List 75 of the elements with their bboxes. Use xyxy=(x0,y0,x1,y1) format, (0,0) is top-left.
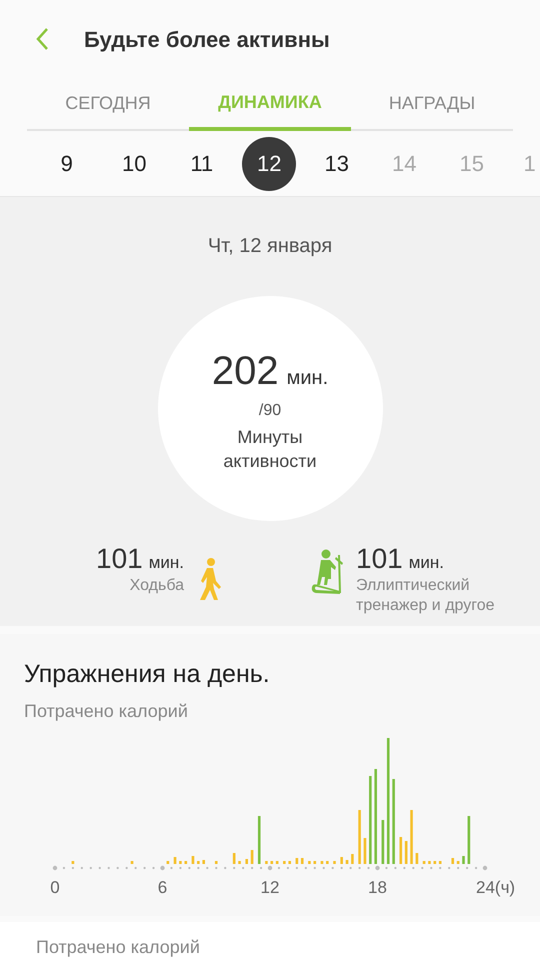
axis-label: 6 xyxy=(158,876,168,898)
activity-minutes: 101 xyxy=(356,543,403,575)
chart-bar xyxy=(179,860,182,864)
date-item[interactable]: 12 xyxy=(242,136,296,190)
chart-bar xyxy=(320,860,324,864)
chart-bar xyxy=(166,860,170,864)
chart-bar xyxy=(340,856,343,864)
chart-bar xyxy=(232,852,236,864)
chart-bar xyxy=(130,860,134,864)
axis-label: 24(ч) xyxy=(476,876,516,898)
chart-bar xyxy=(416,852,418,864)
axis-label: 12 xyxy=(260,876,280,898)
date-item[interactable]: 10 xyxy=(122,147,146,180)
goal-text: /90 xyxy=(258,400,282,420)
date-item[interactable]: 13 xyxy=(324,147,349,180)
section-title: Упражнения на день. xyxy=(24,659,271,690)
screen-title: Будьте более активны xyxy=(84,26,330,54)
chart-bar xyxy=(434,860,436,864)
calories-label: Потрачено калорий xyxy=(36,936,201,959)
chart-bar xyxy=(326,860,329,864)
chart-bar xyxy=(184,860,188,864)
total-minutes: 202 xyxy=(212,350,279,390)
chart-bar xyxy=(283,860,286,864)
chart-bar xyxy=(451,858,454,864)
chart-bar xyxy=(214,860,218,864)
axis-label: 0 xyxy=(50,876,60,898)
activity-label: Ходьба xyxy=(130,576,184,596)
date-item[interactable]: 9 xyxy=(60,147,73,180)
chart-bar xyxy=(410,810,413,864)
chart-bar xyxy=(192,856,194,864)
activity-minutes: 101 xyxy=(96,543,143,575)
section-subtitle: Потрачено калорий xyxy=(24,700,189,723)
chart-bar xyxy=(245,858,248,864)
chart-bar xyxy=(276,860,278,864)
chart-bar xyxy=(400,836,402,864)
chart-bar xyxy=(300,858,304,864)
activity-unit: мин. xyxy=(408,552,444,574)
chart-bar xyxy=(258,816,261,864)
chart-bar xyxy=(202,860,205,864)
tab[interactable]: НАГРАДЫ xyxy=(351,78,513,131)
date-item[interactable]: 11 xyxy=(190,147,214,180)
chart-bar xyxy=(72,860,74,864)
day-date: Чт, 12 января xyxy=(208,234,332,259)
chart-bar xyxy=(333,860,336,864)
chart-bar xyxy=(358,810,361,864)
chart-bar xyxy=(296,858,298,864)
chart-bar xyxy=(346,860,348,864)
chart-bar xyxy=(288,860,291,864)
chart-bar xyxy=(314,860,316,864)
chart-bar xyxy=(438,860,442,864)
walking-person-icon xyxy=(198,557,222,601)
chart-bar xyxy=(468,816,470,864)
chart-bar xyxy=(422,860,426,864)
activity-label: Эллиптический тренажер и другое xyxy=(356,576,496,616)
chart-bar xyxy=(197,860,200,864)
chart-bar xyxy=(382,820,384,864)
back-chevron-icon xyxy=(35,27,49,51)
activity-unit: мин. xyxy=(148,552,184,574)
circle-caption: Минуты активности xyxy=(222,426,318,472)
chart-bar xyxy=(364,838,366,864)
chart-bar xyxy=(174,856,176,864)
chart-bar xyxy=(404,840,408,864)
chart-bar xyxy=(308,860,311,864)
tab[interactable]: ДИНАМИКА xyxy=(189,78,351,131)
chart-bar xyxy=(428,860,431,864)
total-unit: мин. xyxy=(286,366,328,390)
chart-bar xyxy=(250,850,254,864)
chart-bar xyxy=(270,860,274,864)
tab[interactable]: СЕГОДНЯ xyxy=(27,78,189,131)
axis-label: 18 xyxy=(368,876,387,898)
chart-bar xyxy=(462,856,465,864)
chart-bar xyxy=(351,854,354,864)
chart-bar xyxy=(456,860,460,864)
chart-bar xyxy=(238,860,241,864)
chart-bar xyxy=(265,860,268,864)
